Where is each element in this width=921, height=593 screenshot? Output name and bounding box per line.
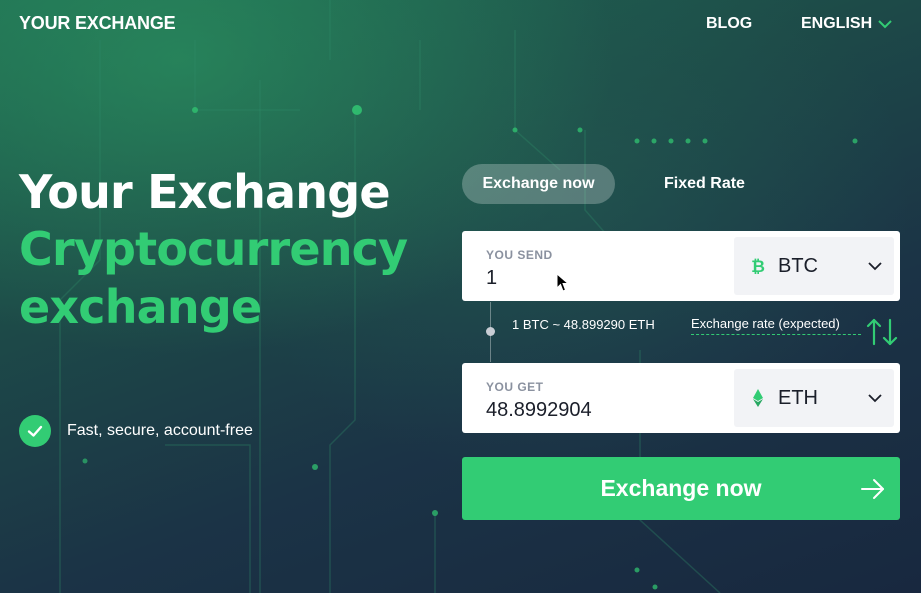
arrow-right-icon	[861, 479, 884, 499]
tab-fixed-rate[interactable]: Fixed Rate	[628, 164, 781, 204]
receive-currency-select[interactable]: ETH	[734, 369, 894, 427]
send-label: YOU SEND	[486, 248, 553, 262]
send-currency-select[interactable]: ₿ BTC	[734, 237, 894, 295]
send-amount-input[interactable]	[486, 267, 726, 290]
exchange-now-button[interactable]: Exchange now	[462, 457, 900, 520]
language-label: ENGLISH	[801, 15, 873, 32]
site-logo[interactable]: YOUR EXCHANGE	[19, 13, 176, 34]
exchange-now-label: Exchange now	[600, 475, 762, 501]
receive-card: YOU GET ETH	[462, 363, 900, 433]
feature-text: Fast, secure, account-free	[67, 422, 253, 439]
mouse-pointer-icon	[556, 273, 570, 292]
hero-title: Your Exchange	[19, 165, 391, 219]
svg-text:₿: ₿	[751, 257, 765, 276]
receive-label: YOU GET	[486, 380, 544, 394]
hero-subtitle-line1: Cryptocurrency	[19, 222, 408, 276]
chevron-down-icon	[868, 262, 882, 271]
tab-exchange-now[interactable]: Exchange now	[462, 164, 615, 204]
send-currency-code: BTC	[778, 254, 818, 277]
exchange-rate-value: 1 BTC ~ 48.899290 ETH	[512, 317, 655, 332]
send-card: YOU SEND ₿ BTC	[462, 231, 900, 301]
exchange-rate-label[interactable]: Exchange rate (expected)	[691, 315, 861, 335]
feature-item: Fast, secure, account-free	[19, 415, 253, 447]
receive-amount-input[interactable]	[486, 399, 726, 422]
rate-connector-dot	[486, 327, 495, 336]
bitcoin-icon: ₿	[748, 256, 768, 276]
ethereum-icon	[748, 388, 768, 408]
chevron-down-icon	[868, 394, 882, 403]
swap-icon[interactable]	[864, 314, 900, 350]
check-icon	[19, 415, 51, 447]
nav-blog-link[interactable]: BLOG	[706, 15, 752, 33]
language-selector[interactable]: ENGLISH	[801, 15, 893, 33]
hero-subtitle-line2: exchange	[19, 280, 262, 334]
chevron-down-icon	[878, 20, 892, 29]
receive-currency-code: ETH	[778, 386, 818, 409]
